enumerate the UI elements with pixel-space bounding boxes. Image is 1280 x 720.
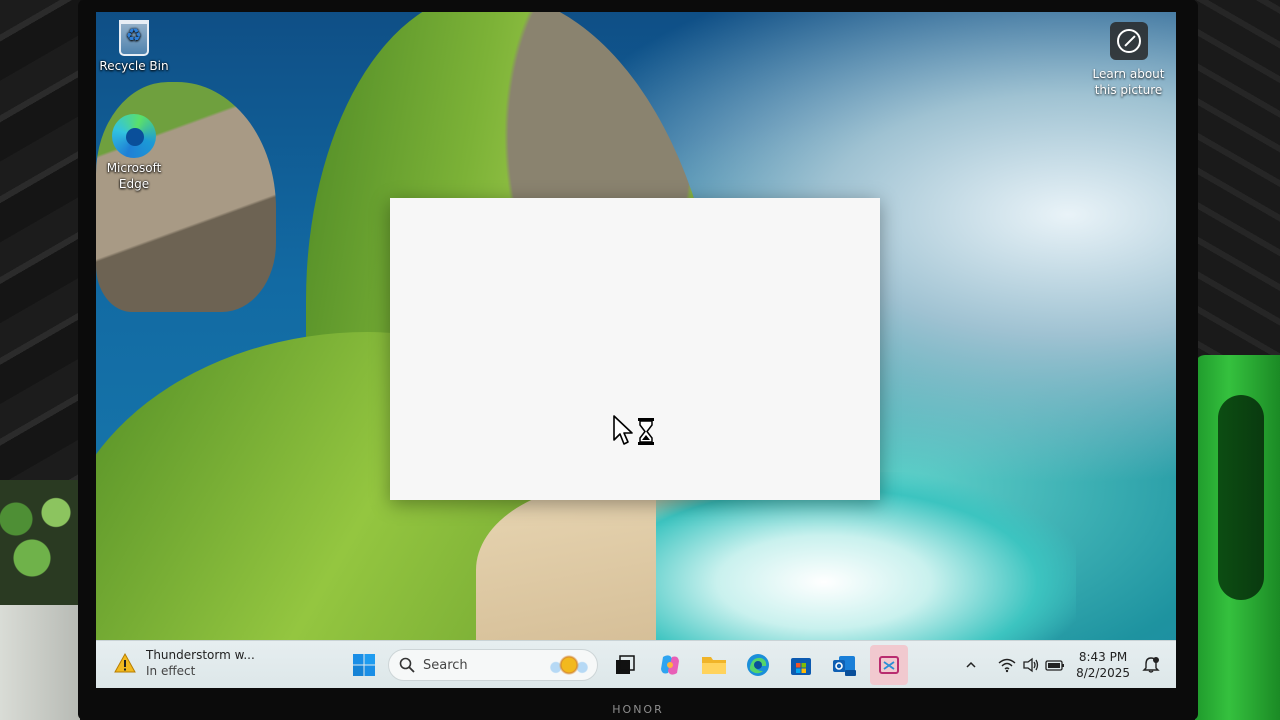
volume-button[interactable] [1020,654,1042,676]
camera-lens-icon [1109,22,1148,60]
weather-subtitle: In effect [146,664,196,678]
folder-icon [702,657,726,674]
outlook-button[interactable] [830,651,858,679]
search-highlight-icon [547,653,591,677]
battery-icon [1045,660,1065,671]
weather-text: Thunderstorm w... In effect [146,647,255,679]
edge-icon [747,654,769,676]
snipping-tool-icon [879,656,899,674]
loading-window[interactable] [390,198,880,500]
learn-label-line1: Learn about [1092,67,1165,81]
network-button[interactable] [996,654,1018,676]
windows-start-icon [353,654,375,676]
recycle-bin-icon [119,20,149,56]
search-box[interactable]: Search [388,649,598,681]
edge-icon [112,114,156,158]
search-placeholder: Search [423,657,468,673]
background-plant [0,480,80,610]
learn-label-line2: this picture [1094,83,1163,97]
edge-taskbar-button[interactable] [744,651,772,679]
clock-date: 8/2/2025 [1076,666,1130,680]
notification-bell-icon [1142,657,1160,673]
copilot-button[interactable] [656,651,684,679]
start-button[interactable] [350,651,378,679]
desktop-icon-label-line2: Edge [118,177,150,191]
desktop-icon-recycle-bin[interactable]: Recycle Bin [96,20,172,74]
file-explorer-button[interactable] [700,651,728,679]
background-pot [0,605,80,720]
task-view-button[interactable] [611,651,639,679]
speaker-icon [1023,657,1039,673]
system-tray: 8:43 PM 8/2/2025 [958,641,1176,688]
show-hidden-icons-button[interactable] [960,654,982,676]
snipping-tool-button[interactable] [875,651,903,679]
task-view-icon [616,655,635,674]
clock-time: 8:43 PM [1078,650,1128,664]
wifi-icon [998,658,1016,673]
desktop-icon-edge[interactable]: Microsoft Edge [96,114,172,192]
clock[interactable]: 8:43 PM 8/2/2025 [1076,649,1130,681]
outlook-new-icon [833,656,856,676]
weather-widget[interactable]: Thunderstorm w... In effect [114,647,255,679]
copilot-icon [661,655,679,675]
search-icon [399,657,415,673]
photo-frame: HONOR Recycle Bin Microsoft Edge Learn a… [0,0,1280,720]
weather-title: Thunderstorm w... [146,648,255,662]
desktop-icon-label-line1: Microsoft [106,161,162,175]
weather-warning-icon [114,652,136,673]
notifications-button[interactable] [1140,654,1162,676]
learn-about-picture[interactable]: Learn about this picture [1081,22,1176,98]
desktop-icon-label: Recycle Bin [99,59,169,73]
microsoft-store-icon [791,658,811,675]
taskbar: Thunderstorm w... In effect Search 8:43 … [96,640,1176,688]
desktop-screen[interactable]: Recycle Bin Microsoft Edge Learn about t… [96,12,1176,688]
battery-button[interactable] [1044,654,1066,676]
chevron-up-icon [966,661,976,668]
device-brand: HONOR [612,703,664,716]
green-object-slot [1218,395,1264,600]
store-button[interactable] [787,651,815,679]
busy-cursor-icon [613,415,654,445]
